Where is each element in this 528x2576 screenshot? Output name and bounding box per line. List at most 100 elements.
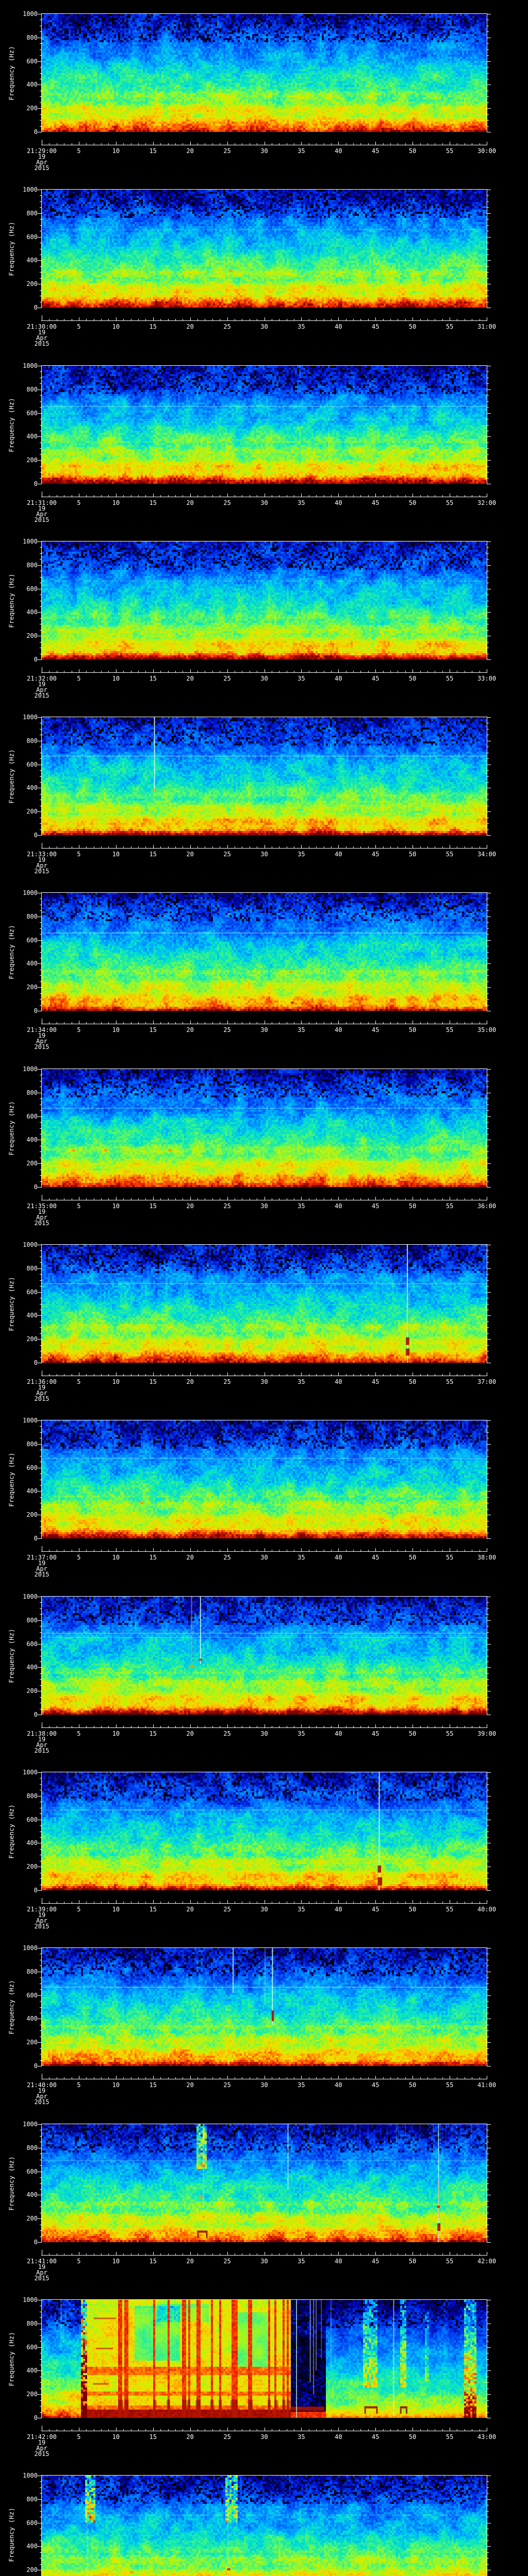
x-minor-tick <box>353 846 354 848</box>
y-minor-tick-right <box>487 201 489 202</box>
x-major-tick <box>301 317 302 320</box>
y-axis-line <box>41 2124 42 2243</box>
x-minor-tick <box>123 143 124 145</box>
y-minor-tick-right <box>487 407 489 408</box>
y-tick-label: 0 <box>34 1887 38 1894</box>
x-minor-tick <box>420 671 421 672</box>
y-major-tick <box>38 237 41 238</box>
y-tick-label: 0 <box>34 2414 38 2421</box>
x-minor-tick <box>145 2429 146 2431</box>
x-minor-tick <box>383 2429 384 2431</box>
y-minor-tick-right <box>487 2400 489 2401</box>
x-tick-label: 50 <box>408 323 417 330</box>
y-major-tick-right <box>487 565 491 566</box>
x-tick-label: 15 <box>149 323 157 330</box>
y-major-tick <box>38 1315 41 1316</box>
y-tick-label: 0 <box>34 2239 38 2246</box>
y-minor-tick <box>40 2136 41 2137</box>
x-minor-tick <box>316 1198 317 1200</box>
x-minor-tick <box>442 671 443 672</box>
x-minor-tick <box>108 2253 109 2255</box>
x-minor-tick <box>123 2253 124 2255</box>
x-major-tick <box>338 2252 339 2255</box>
x-minor-tick <box>175 1022 176 1024</box>
x-tick-label: 35 <box>298 675 305 682</box>
y-minor-tick-right <box>487 1878 489 1879</box>
x-minor-tick <box>138 2077 139 2079</box>
x-minor-tick <box>390 2253 391 2255</box>
y-tick-label: 600 <box>26 1640 38 1648</box>
y-minor-tick <box>40 2564 41 2565</box>
x-tick-label: 35 <box>298 2258 305 2265</box>
y-minor-tick-right <box>487 2236 489 2237</box>
x-tick-label: 5 <box>77 2258 81 2265</box>
y-major-tick <box>38 1187 41 1188</box>
x-major-tick <box>153 1900 154 1903</box>
x-major-tick <box>227 1197 228 1200</box>
y-major-tick <box>38 413 41 414</box>
x-minor-tick <box>197 1198 198 1200</box>
y-tick-label: 200 <box>26 105 38 112</box>
x-major-tick <box>116 317 117 320</box>
y-axis-line <box>41 1947 42 2066</box>
y-tick-label: 600 <box>26 1464 38 1471</box>
x-tick-label: 35 <box>298 1730 305 1737</box>
spectrogram-panel: 0 200 400 600 800 1000 21:30:00 5 10 15 20 25 30 35 40… <box>0 176 528 351</box>
x-minor-tick <box>331 1550 332 1551</box>
y-major-tick <box>38 436 41 437</box>
x-major-tick <box>338 142 339 145</box>
y-minor-tick <box>40 1321 41 1322</box>
y-tick-label: 1000 <box>23 2121 38 2128</box>
x-minor-tick <box>420 1198 421 1200</box>
x-tick-label: 15 <box>149 1026 157 1033</box>
x-major-tick <box>227 1372 228 1376</box>
x-minor-tick <box>49 1550 50 1551</box>
x-tick-label: 5 <box>77 1906 81 1913</box>
x-minor-tick <box>427 846 428 848</box>
x-minor-tick <box>175 2429 176 2431</box>
y-minor-tick <box>40 195 41 196</box>
y-minor-tick <box>40 1280 41 1281</box>
y-minor-tick <box>40 1837 41 1838</box>
x-tick-label: 20 <box>186 1906 194 1913</box>
x-minor-tick <box>145 1022 146 1024</box>
y-minor-tick <box>40 114 41 115</box>
y-minor-tick-right <box>487 1151 489 1152</box>
x-major-tick <box>190 2076 191 2079</box>
y-minor-tick <box>40 207 41 208</box>
y-tick-label: 0 <box>34 1535 38 1542</box>
y-tick-label: 600 <box>26 937 38 944</box>
y-minor-tick <box>40 478 41 479</box>
x-major-tick <box>116 2076 117 2079</box>
y-major-tick-right <box>487 1491 491 1492</box>
x-minor-tick <box>353 1550 354 1551</box>
x-major-tick <box>375 317 376 320</box>
y-minor-tick-right <box>487 922 489 923</box>
x-minor-tick <box>101 1902 102 1903</box>
x-tick-label: 45 <box>372 2433 380 2441</box>
spectrogram-panel: 0 200 400 600 800 1000 21:33:00 5 10 15 20 25 30 35 40… <box>0 703 528 879</box>
x-tick-label: 35 <box>298 147 305 155</box>
x-minor-tick <box>316 319 317 320</box>
x-major-tick <box>301 142 302 145</box>
x-minor-tick <box>160 671 161 672</box>
y-minor-tick <box>40 225 41 226</box>
x-tick-label: 30 <box>260 2258 268 2265</box>
x-minor-tick <box>123 1198 124 1200</box>
y-major-tick-right <box>487 1995 491 1996</box>
y-tick-label: 400 <box>26 81 38 88</box>
y-minor-tick-right <box>487 1614 489 1615</box>
x-minor-tick <box>405 1902 406 1903</box>
y-major-tick <box>38 460 41 461</box>
y-minor-tick <box>40 606 41 607</box>
y-major-tick-right <box>487 2546 491 2547</box>
x-tick-label: 20 <box>186 147 194 155</box>
x-major-tick <box>301 1197 302 1200</box>
y-major-tick <box>38 2394 41 2395</box>
y-minor-tick-right <box>487 49 489 50</box>
x-minor-tick <box>353 495 354 497</box>
y-minor-tick-right <box>487 2329 489 2330</box>
x-tick-label: 10 <box>112 323 120 330</box>
y-minor-tick-right <box>487 910 489 911</box>
y-axis-title: Frequency (Hz) <box>7 221 15 276</box>
